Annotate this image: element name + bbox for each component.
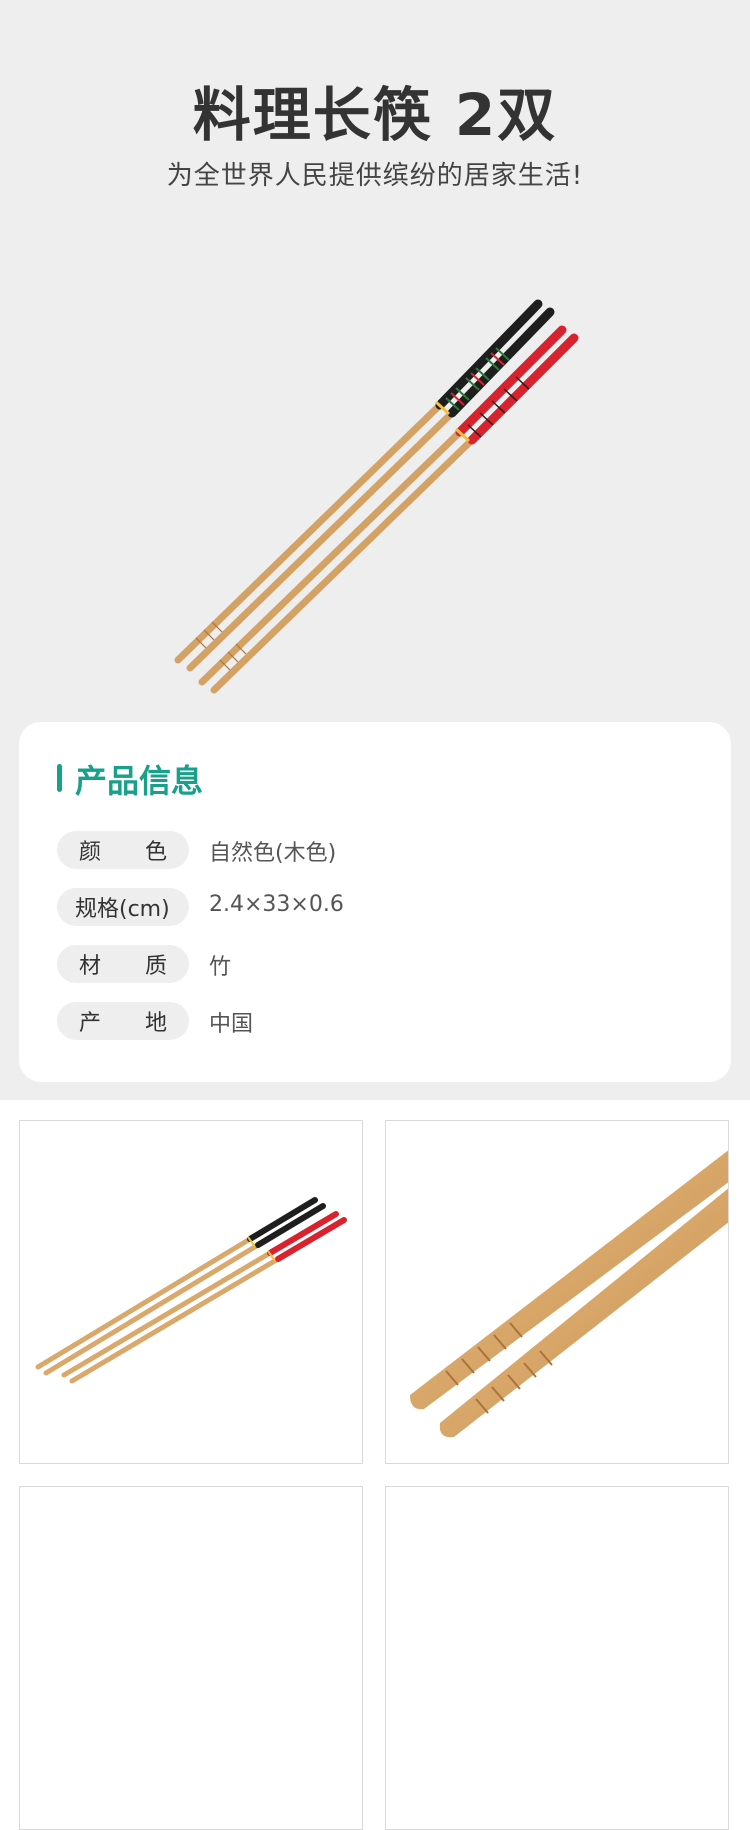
info-value-size: 2.4×33×0.6 (209, 892, 344, 917)
info-value-origin: 中国 (209, 1012, 254, 1037)
page-subtitle: 为全世界人民提供缤纷的居家生活! (166, 161, 584, 191)
black-chopsticks (174, 299, 555, 672)
red-chopsticks (198, 325, 579, 694)
info-label-size: 规格(cm) (57, 888, 189, 926)
product-info-heading: 产品信息 (75, 762, 204, 800)
gallery-image-4[interactable] (385, 1486, 729, 1830)
chopsticks-thumbnail (35, 1197, 347, 1384)
info-label-material: 材 质 (57, 945, 189, 983)
gallery-image-tip-closeup[interactable] (385, 1120, 729, 1464)
info-label-color: 颜 色 (57, 831, 189, 869)
product-info-card: 产品信息 颜 色 自然色(木色) 规格(cm) 2.4×33×0.6 材 质 竹… (19, 722, 731, 1082)
chopstick-tips-closeup (410, 1150, 728, 1438)
chopsticks-hero-image (174, 299, 579, 694)
info-value-color: 自然色(木色) (209, 841, 337, 866)
info-value-material: 竹 (209, 955, 232, 980)
gallery-image-3[interactable] (19, 1486, 363, 1830)
info-label-origin: 产 地 (57, 1002, 189, 1040)
page-title: 料理长筷 2双 (192, 81, 558, 149)
heading-accent-bar (57, 764, 62, 792)
gallery-image-full-view[interactable] (19, 1120, 363, 1464)
